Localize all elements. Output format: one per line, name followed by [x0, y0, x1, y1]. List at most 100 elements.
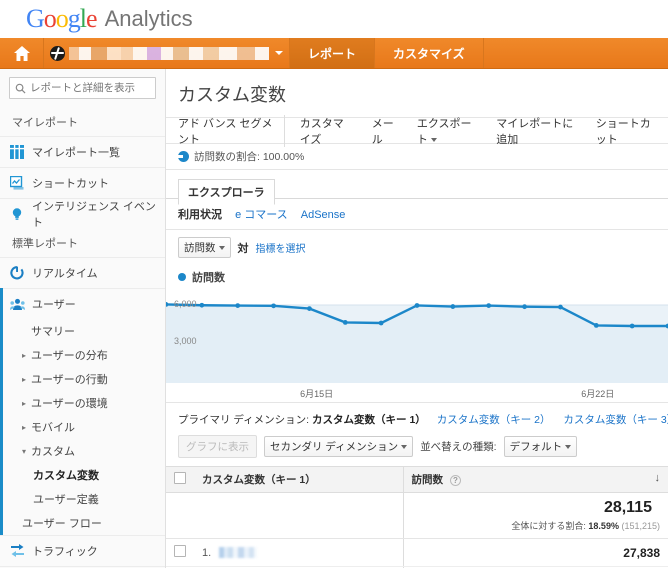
sidebar-item-label: リアルタイム: [32, 268, 98, 280]
tab-adsense[interactable]: AdSense: [301, 209, 346, 221]
sidebar-sub-label: ユーザーの行動: [31, 374, 108, 386]
sidebar-item-label: ショートカット: [32, 178, 109, 190]
visits-line-chart[interactable]: 6,000 3,000: [166, 287, 668, 383]
sidebar-item-user-behavior[interactable]: ▸ ユーザーの行動: [3, 367, 165, 391]
legend-label: 訪問数: [192, 272, 225, 284]
chart-x-axis: 6月15日 6月22日: [166, 383, 668, 403]
row-visits-cell: 27,838: [402, 538, 668, 567]
summary-percent-line: 全体に対する割合: 18.59% (151,215): [412, 519, 660, 532]
sidebar-item-realtime[interactable]: リアルタイム: [0, 257, 165, 288]
column-header-label: 訪問数: [411, 474, 444, 486]
tab-customize[interactable]: カスタマイズ: [375, 38, 484, 68]
row-checkbox[interactable]: [174, 545, 186, 557]
dimension-link-key3[interactable]: カスタム変数（キー 3）: [563, 414, 668, 426]
report-toolbar: アド バンス セグメント カスタマイズ メール エクスポート マイレポートに追加…: [166, 114, 668, 147]
home-icon: [13, 45, 30, 61]
main-content: カスタム変数 アド バンス セグメント カスタマイズ メール エクスポート マイ…: [166, 69, 668, 568]
top-navigation-bar: レポート カスタマイズ: [0, 38, 668, 69]
column-header-visits[interactable]: 訪問数 ? ↓: [402, 466, 668, 493]
dimension-link-key2[interactable]: カスタム変数（キー 2）: [437, 414, 551, 426]
primary-dimension-current: カスタム変数（キー 1）: [312, 414, 426, 426]
export-button[interactable]: エクスポート: [408, 115, 487, 147]
chevron-down-icon: [565, 444, 572, 449]
metric-select[interactable]: 訪問数: [178, 237, 231, 258]
logo-letter-e: e: [86, 4, 98, 33]
search-input[interactable]: [30, 82, 150, 94]
export-label: エクスポート: [416, 117, 472, 146]
sidebar-item-user-flow[interactable]: ユーザー フロー: [3, 511, 165, 535]
plot-rows-button[interactable]: グラフに表示: [178, 435, 257, 458]
lightbulb-icon: [10, 207, 32, 221]
chevron-down-icon: [218, 245, 225, 250]
table-summary-row: 28,115 全体に対する割合: 18.59% (151,215): [166, 492, 668, 539]
sub-arrow: ▸: [22, 422, 27, 432]
sort-type-label: 並べ替えの種類:: [420, 441, 497, 453]
table-row[interactable]: 1. 27,838: [166, 538, 668, 567]
tab-ecommerce[interactable]: e コマース: [235, 209, 288, 221]
sidebar-item-intelligence-events[interactable]: インテリジェンス イベント: [0, 198, 165, 229]
chevron-down-icon: [401, 444, 408, 449]
sidebar-sub-label: カスタム: [31, 446, 75, 458]
account-name-redacted: [69, 46, 269, 60]
summary-total-value: (151,215): [621, 521, 660, 531]
sub-arrow: ▸: [22, 398, 27, 408]
sort-descending-icon[interactable]: ↓: [655, 472, 661, 484]
sort-type-value: デフォルト: [509, 441, 563, 453]
users-icon: [10, 298, 32, 311]
sidebar-sub-label: モバイル: [31, 422, 75, 434]
sub-arrow-expanded: ▾: [22, 446, 27, 456]
email-button[interactable]: メール: [363, 115, 408, 147]
select-metric-link[interactable]: 指標を選択: [256, 240, 306, 255]
logo-letter-o1: o: [43, 4, 57, 33]
sidebar-heading-standard-reports: 標準レポート: [12, 238, 78, 250]
segment-status-row[interactable]: 訪問数の割合: 100.00%: [166, 144, 668, 170]
add-to-my-reports-button[interactable]: マイレポートに追加: [487, 115, 586, 147]
sort-type-select[interactable]: デフォルト: [503, 436, 578, 457]
secondary-dimension-value: セカンダリ ディメンション: [270, 441, 399, 453]
primary-dimension-row: プライマリ ディメンション: カスタム変数（キー 1） カスタム変数（キー 2）…: [166, 403, 668, 435]
sidebar-item-user-environment[interactable]: ▸ ユーザーの環境: [3, 391, 165, 415]
select-all-checkbox[interactable]: [174, 472, 186, 484]
segment-icon: [178, 151, 189, 162]
tab-usage[interactable]: 利用状況: [178, 209, 222, 221]
sidebar-item-users[interactable]: ユーザー: [3, 288, 165, 319]
advanced-segment-button[interactable]: アド バンス セグメント: [178, 114, 285, 147]
search-icon: [15, 83, 26, 94]
chevron-down-icon: [275, 51, 283, 55]
summary-spacer: [166, 492, 194, 539]
brand-bar: Google Analytics: [0, 0, 668, 38]
sidebar-item-mobile[interactable]: ▸ モバイル: [3, 415, 165, 439]
chart-svg: [166, 287, 668, 383]
sidebar-item-label: ユーザー: [32, 299, 76, 311]
sidebar-item-traffic[interactable]: トラフィック: [0, 535, 165, 566]
sidebar-item-my-reports-list[interactable]: マイレポート一覧: [0, 136, 165, 167]
tab-explorer[interactable]: エクスプローラ: [178, 179, 275, 205]
account-selector[interactable]: [44, 38, 290, 68]
y-axis-label-3000: 3,000: [174, 336, 197, 346]
column-header-custom-variable[interactable]: カスタム変数（キー 1）: [194, 466, 404, 493]
sidebar-item-shortcuts[interactable]: ショートカット: [0, 167, 165, 198]
shortcut-icon: [10, 176, 32, 190]
secondary-dimension-select[interactable]: セカンダリ ディメンション: [264, 436, 414, 457]
sidebar-item-user-defined[interactable]: ユーザー定義: [3, 487, 165, 511]
home-button[interactable]: [0, 38, 44, 68]
help-icon[interactable]: ?: [449, 474, 461, 486]
chevron-down-icon: [430, 137, 437, 142]
sidebar-item-summary[interactable]: サマリー: [3, 319, 165, 343]
shortcut-button[interactable]: ショートカット: [587, 115, 668, 147]
custom-variables-table: カスタム変数（キー 1） 訪問数 ? ↓ 28,115 全体に対する割合: 18…: [166, 466, 668, 568]
sidebar-item-custom-variables[interactable]: カスタム変数: [3, 463, 165, 487]
sidebar-item-custom[interactable]: ▾ カスタム: [3, 439, 165, 463]
customize-button[interactable]: カスタマイズ: [291, 115, 363, 147]
chart-legend: 訪問数: [166, 265, 668, 287]
search-box[interactable]: [9, 77, 156, 99]
logo-letter-g2: g: [67, 4, 81, 33]
sidebar-item-label: トラフィック: [32, 546, 98, 558]
tab-reports[interactable]: レポート: [290, 38, 376, 68]
sidebar-item-user-distribution[interactable]: ▸ ユーザーの分布: [3, 343, 165, 367]
metric-select-value: 訪問数: [184, 242, 216, 254]
metric-selector-row: 訪問数 対 指標を選択: [166, 230, 668, 265]
summary-visits-value: 28,115: [603, 499, 652, 516]
sidebar-sub-label: ユーザー フロー: [22, 518, 102, 530]
traffic-icon: [10, 544, 32, 558]
